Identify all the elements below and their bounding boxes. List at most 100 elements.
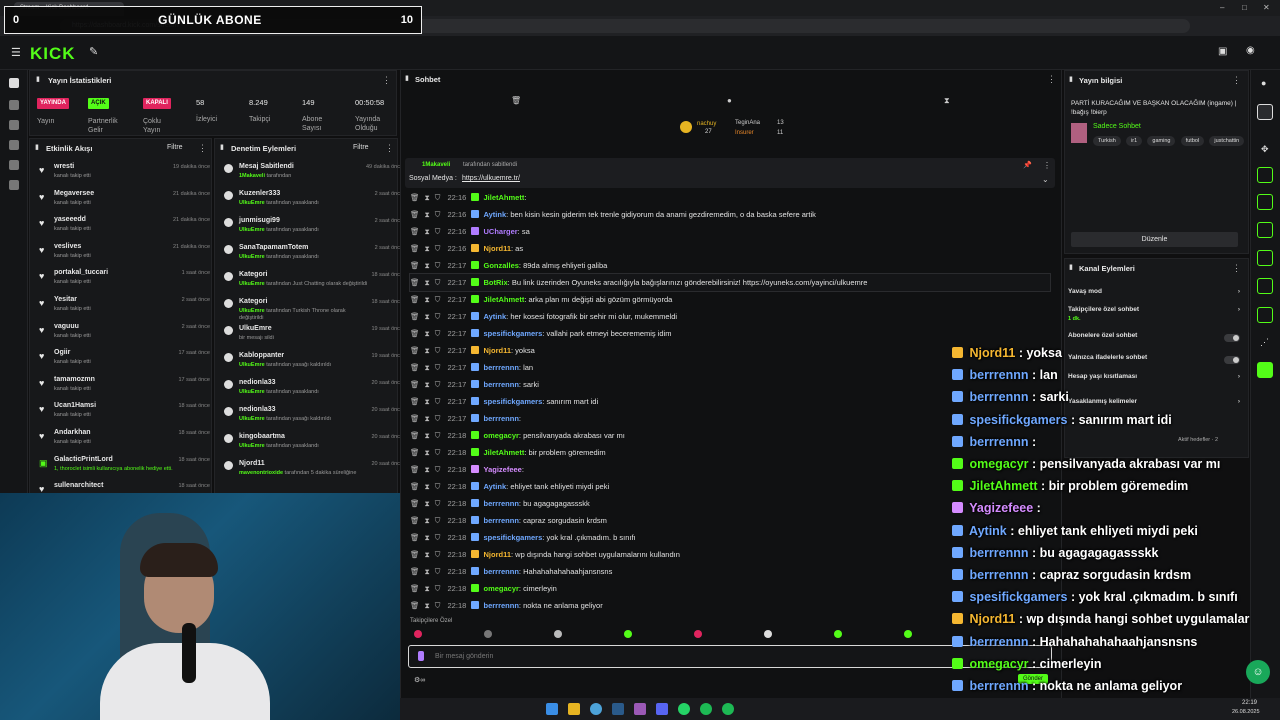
activity-item[interactable]: ♥ Andarkhan kanalı takip etti 18 saat ön… bbox=[38, 429, 210, 455]
link-icon[interactable] bbox=[1257, 250, 1273, 266]
chat-username[interactable]: omegacyr bbox=[483, 431, 518, 440]
chat-message[interactable]: 🗑 ⧗ ⛉ 22:16 JiletAhmett: bbox=[410, 189, 1050, 206]
hourglass-icon[interactable]: ⧗ bbox=[944, 96, 950, 106]
stats-menu-icon[interactable]: ⋮ bbox=[382, 75, 391, 86]
delete-icon[interactable]: 🗑 bbox=[410, 431, 420, 440]
emote-icon[interactable] bbox=[414, 630, 422, 638]
delete-icon[interactable]: 🗑 bbox=[410, 567, 420, 576]
moderation-item[interactable]: UlkuEmre bir mesajı sildi 19 saat önce bbox=[223, 325, 403, 352]
chat-username[interactable]: UCharger bbox=[483, 227, 517, 236]
delete-icon[interactable]: 🗑 bbox=[410, 499, 420, 508]
chat-username[interactable]: spesifickgamers bbox=[483, 329, 542, 338]
timeout-icon[interactable]: ⧗ bbox=[425, 329, 430, 338]
pinned-message[interactable]: 1Makaveli tarafından sabitlendi Sosyal M… bbox=[405, 158, 1055, 188]
timeout-icon[interactable]: ⧗ bbox=[425, 516, 430, 525]
stream-info-menu-icon[interactable]: ⋮ bbox=[1232, 75, 1241, 86]
chat-message[interactable]: 🗑 ⧗ ⛉ 22:17 Aytink: her kosesi fotografik … bbox=[410, 308, 1050, 325]
chat-menu-icon[interactable]: ⋮ bbox=[1047, 74, 1056, 85]
activity-item[interactable]: ♥ portakal_tuccari kanalı takip etti 1 s… bbox=[38, 269, 210, 295]
emote-icon[interactable] bbox=[484, 630, 492, 638]
delete-icon[interactable]: 🗑 bbox=[410, 227, 420, 236]
edit-button[interactable]: Düzenle bbox=[1071, 232, 1238, 247]
delete-icon[interactable]: 🗑 bbox=[410, 516, 420, 525]
plugin-icon[interactable] bbox=[1257, 362, 1273, 378]
chat-username[interactable]: Njord11 bbox=[483, 550, 511, 559]
pinned-menu-icon[interactable]: ⋮ bbox=[1043, 161, 1051, 170]
delete-icon[interactable]: 🗑 bbox=[410, 312, 420, 321]
chat-username[interactable]: JiletAhmett bbox=[483, 295, 524, 304]
delete-icon[interactable]: 🗑 bbox=[410, 601, 420, 610]
info-icon[interactable]: ● bbox=[1261, 78, 1266, 88]
timeout-icon[interactable]: ⧗ bbox=[425, 397, 430, 406]
timeout-icon[interactable]: ⧗ bbox=[425, 210, 430, 219]
pin-icon[interactable]: 📌 bbox=[1023, 161, 1032, 169]
account-age-row[interactable]: Hesap yaşı kısıtlaması › bbox=[1068, 373, 1244, 389]
chat-username[interactable]: JiletAhmett bbox=[483, 193, 524, 202]
delete-icon[interactable]: 🗑 bbox=[410, 329, 420, 338]
pen-icon[interactable]: ✎ bbox=[89, 45, 98, 58]
chat-message[interactable]: 🗑 ⧗ ⛉ 22:17 Gonzalles: 89da almış ehliyeti… bbox=[410, 257, 1050, 274]
timeout-icon[interactable]: ⧗ bbox=[425, 278, 430, 287]
chat-username[interactable]: berrrennn bbox=[483, 567, 518, 576]
timeout-icon[interactable]: ⧗ bbox=[425, 363, 430, 372]
window-icon[interactable]: ▣ bbox=[1218, 46, 1227, 57]
moderation-item[interactable]: junmisugi99 UlkuEmre tarafından yasaklan… bbox=[223, 217, 403, 244]
wrench-icon[interactable] bbox=[1257, 307, 1273, 323]
activity-item[interactable]: ♥ yaseeedd kanalı takip etti 21 dakika ö… bbox=[38, 216, 210, 242]
timeout-icon[interactable]: ⧗ bbox=[425, 244, 430, 253]
timeout-icon[interactable]: ⧗ bbox=[425, 193, 430, 202]
timeout-icon[interactable]: ⧗ bbox=[425, 414, 430, 423]
active-goals-label[interactable]: Aktif hedefler · 2 bbox=[1178, 437, 1218, 443]
menu-icon[interactable]: ☰ bbox=[11, 46, 21, 59]
timeout-icon[interactable]: ⧗ bbox=[425, 533, 430, 542]
settings-icon[interactable] bbox=[9, 180, 19, 190]
share-icon[interactable]: ⋰ bbox=[1260, 337, 1269, 348]
support-chat-icon[interactable]: ☺ bbox=[1246, 660, 1270, 684]
chat-icon[interactable] bbox=[9, 140, 19, 150]
ban-icon[interactable]: ⛉ bbox=[435, 295, 441, 304]
stream-icon[interactable] bbox=[9, 78, 19, 88]
emotes-only-toggle[interactable] bbox=[1224, 356, 1240, 364]
delete-icon[interactable]: 🗑 bbox=[410, 584, 420, 593]
ban-icon[interactable]: ⛉ bbox=[435, 329, 441, 338]
delete-icon[interactable]: 🗑 bbox=[410, 397, 420, 406]
emote-icon[interactable] bbox=[904, 630, 912, 638]
ban-icon[interactable]: ⛉ bbox=[435, 533, 441, 542]
ban-icon[interactable]: ⛉ bbox=[435, 465, 441, 474]
maximize-icon[interactable]: □ bbox=[1242, 3, 1247, 12]
timeout-icon[interactable]: ⧗ bbox=[425, 584, 430, 593]
ban-icon[interactable]: ⛉ bbox=[435, 312, 441, 321]
ban-icon[interactable]: ⛉ bbox=[435, 193, 441, 202]
ban-icon[interactable]: ⛉ bbox=[435, 380, 441, 389]
channel-actions-menu-icon[interactable]: ⋮ bbox=[1232, 263, 1241, 274]
chat-username[interactable]: berrrennn bbox=[483, 516, 518, 525]
activity-filter-button[interactable]: Filtre bbox=[167, 144, 183, 151]
activity-menu-icon[interactable]: ⋮ bbox=[198, 143, 207, 154]
ban-icon[interactable]: ⛉ bbox=[435, 482, 441, 491]
banned-words-row[interactable]: Yasaklanmış kelimeler › bbox=[1068, 398, 1244, 414]
message-icon[interactable]: ● bbox=[727, 96, 732, 105]
chat-username[interactable]: Njord11 bbox=[483, 244, 511, 253]
chat-username[interactable]: BotRix bbox=[483, 278, 507, 287]
users-icon[interactable] bbox=[9, 160, 19, 170]
trophy-icon[interactable] bbox=[9, 120, 19, 130]
chat-username[interactable]: berrrennn bbox=[483, 363, 518, 372]
emote-icon[interactable] bbox=[694, 630, 702, 638]
ban-icon[interactable]: ⛉ bbox=[435, 567, 441, 576]
whatsapp-icon[interactable] bbox=[678, 703, 690, 715]
delete-icon[interactable]: 🗑 bbox=[410, 550, 420, 559]
edit-icon[interactable] bbox=[1257, 104, 1273, 120]
delete-icon[interactable]: 🗑 bbox=[410, 244, 420, 253]
moderation-item[interactable]: Kategori UlkuEmre tarafından Turkish Thr… bbox=[223, 298, 403, 325]
activity-item[interactable]: ♥ tamamozmn kanalı takip etti 17 saat ön… bbox=[38, 376, 210, 402]
chat-message[interactable]: 🗑 ⧗ ⛉ 22:17 BotRix: Bu link üzerinden Oyun… bbox=[409, 273, 1051, 292]
chat-username[interactable]: Gonzalles bbox=[483, 261, 518, 270]
chrome-icon[interactable] bbox=[590, 703, 602, 715]
chat-message[interactable]: 🗑 ⧗ ⛉ 22:17 spesifickgamers: vallahi park … bbox=[410, 325, 1050, 342]
ban-icon[interactable]: ⛉ bbox=[435, 346, 441, 355]
timeout-icon[interactable]: ⧗ bbox=[425, 380, 430, 389]
activity-item[interactable]: ♥ Ogiir kanalı takip etti 17 saat önce bbox=[38, 349, 210, 375]
steam-icon[interactable] bbox=[612, 703, 624, 715]
ban-icon[interactable]: ⛉ bbox=[435, 601, 441, 610]
library-icon[interactable] bbox=[9, 100, 19, 110]
